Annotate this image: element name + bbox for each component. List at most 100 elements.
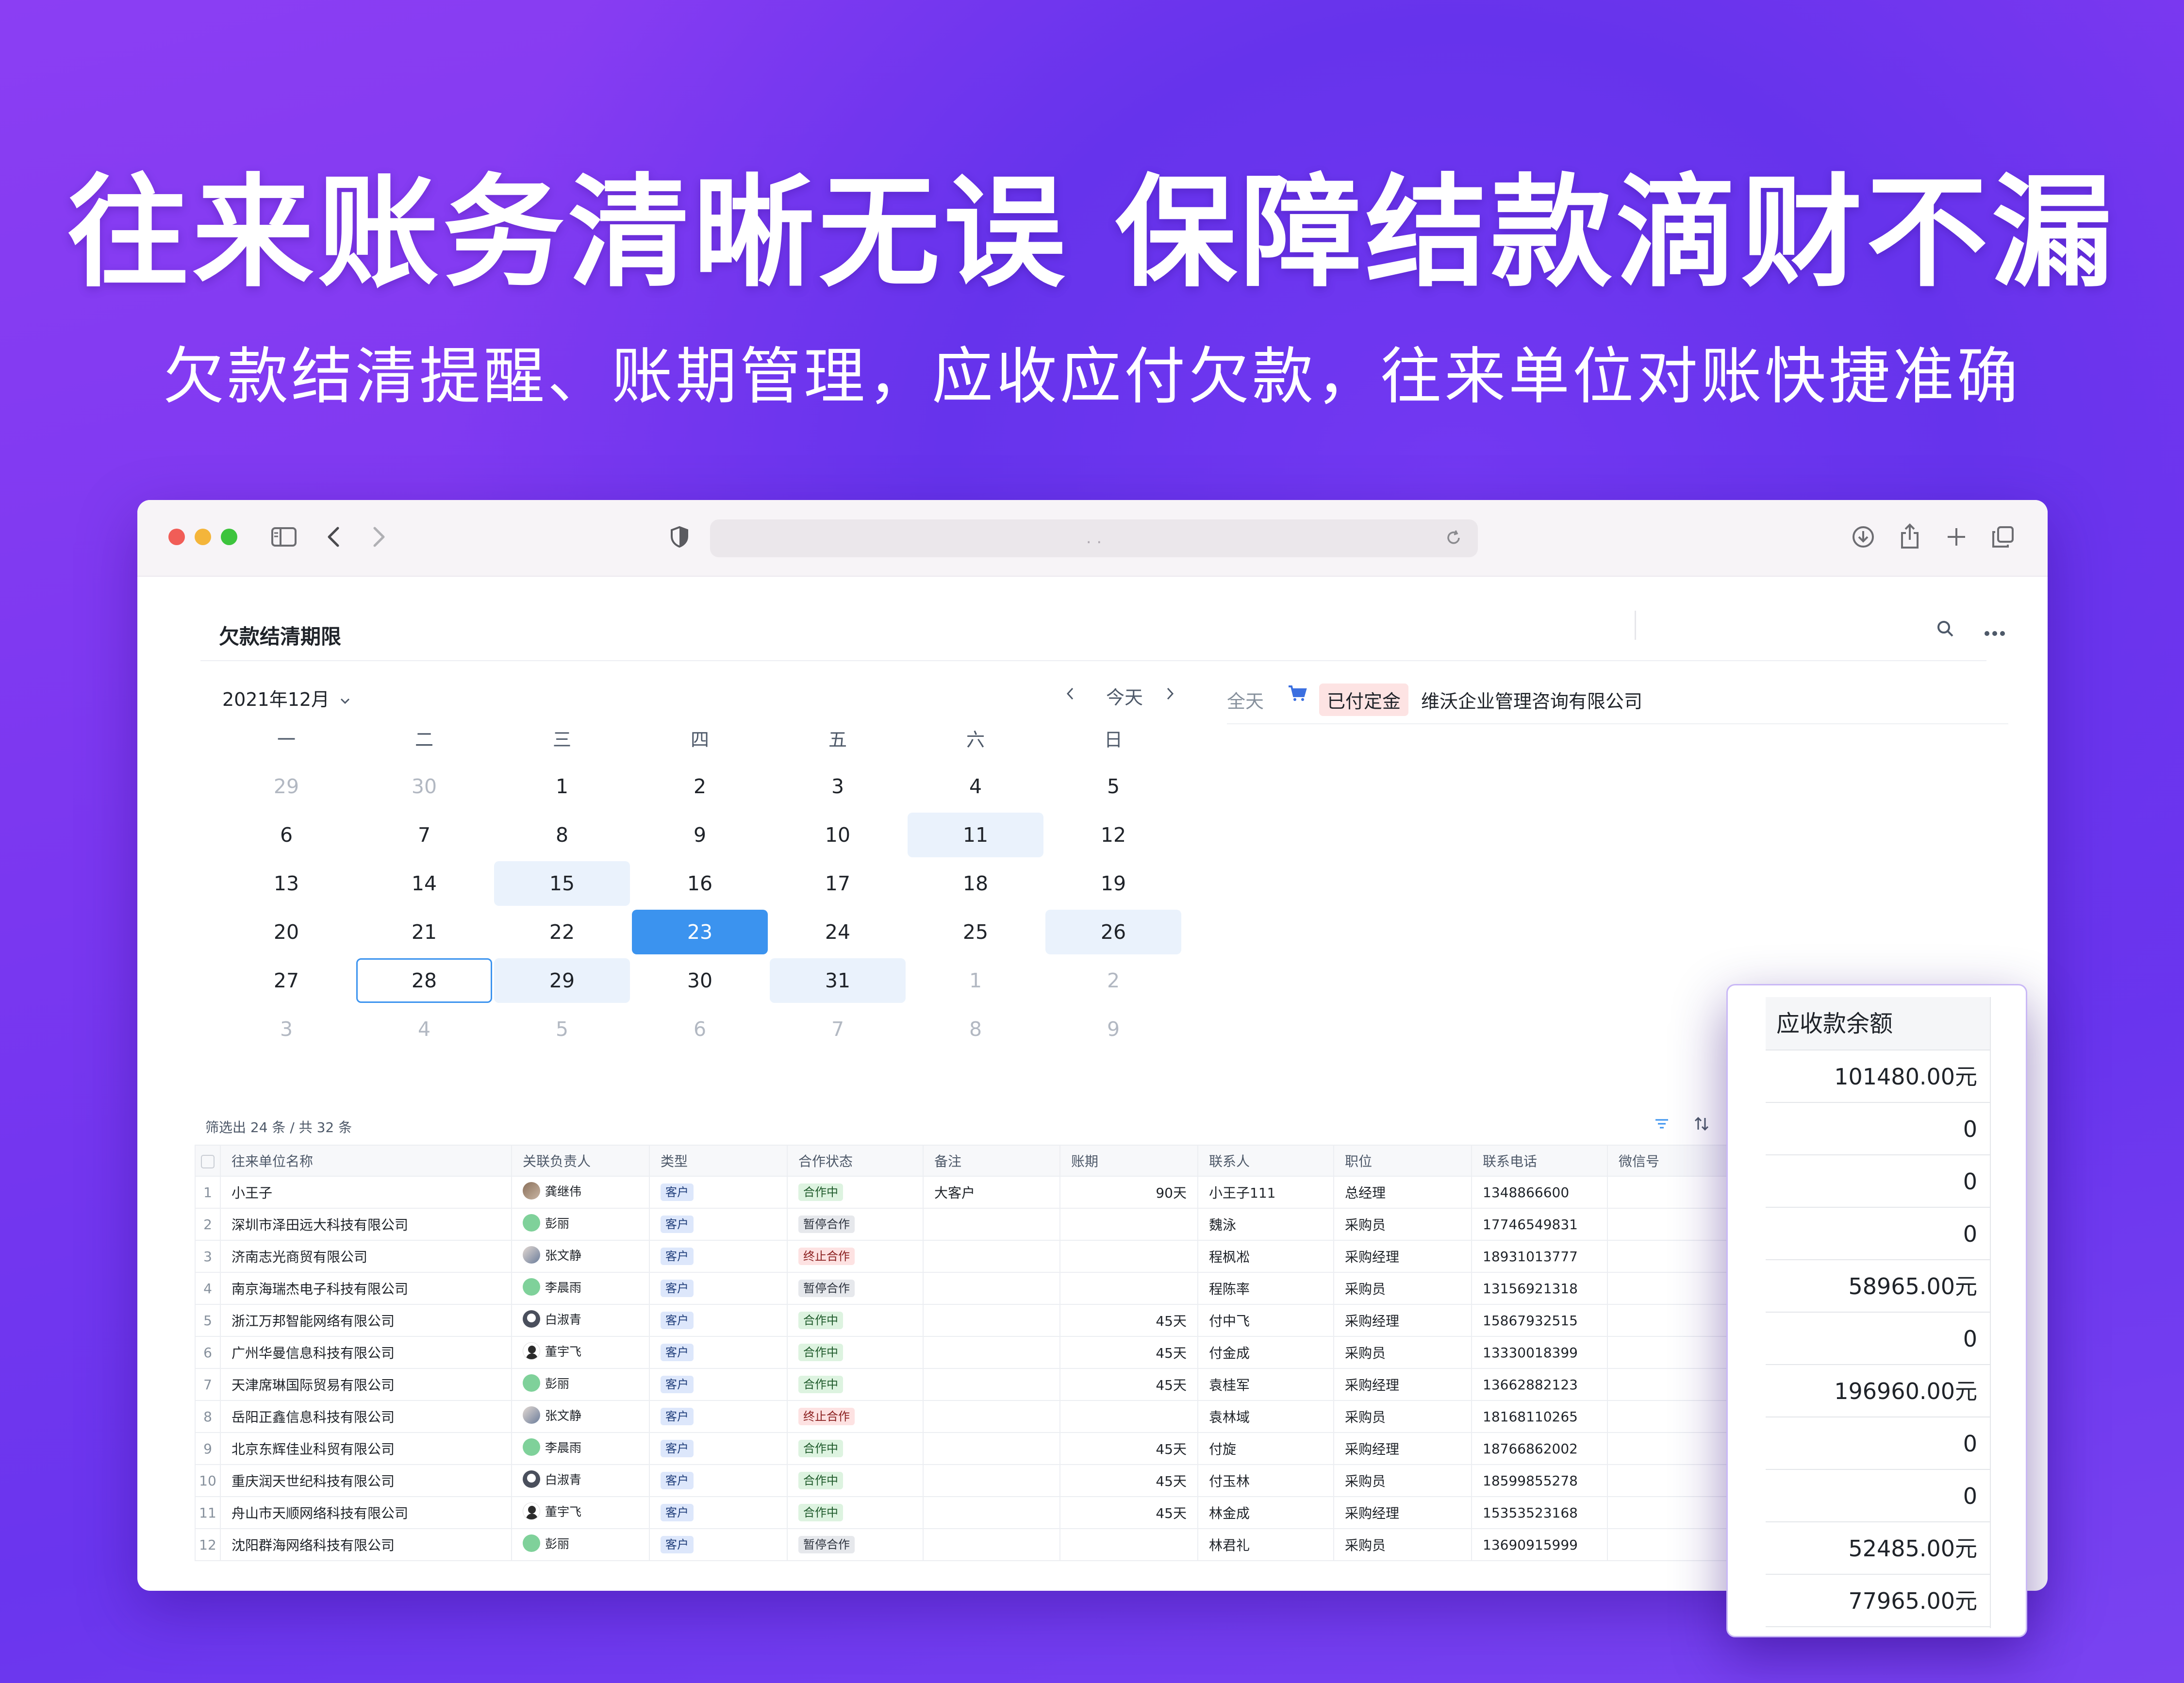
- calendar-day[interactable]: 10: [769, 811, 907, 859]
- calendar-day[interactable]: 4: [355, 1005, 493, 1053]
- back-icon[interactable]: [318, 521, 349, 552]
- calendar-day[interactable]: 6: [631, 1005, 769, 1053]
- calendar-day-has-event[interactable]: 15: [493, 859, 631, 908]
- calendar-day[interactable]: 1: [907, 956, 1044, 1005]
- table-row[interactable]: 3 济南志光商贸有限公司 张文静 客户 终止合作 程枫凇 采购经理 18931013777: [195, 1240, 1821, 1273]
- calendar-day[interactable]: 27: [217, 956, 355, 1005]
- column-header[interactable]: 账期: [1059, 1145, 1198, 1177]
- calendar-day-today[interactable]: 28: [355, 956, 493, 1005]
- calendar-day[interactable]: 2: [1044, 956, 1182, 1005]
- maximize-window-button[interactable]: [221, 529, 237, 545]
- shield-icon[interactable]: [664, 521, 695, 552]
- type-cell: 客户: [649, 1528, 788, 1561]
- download-icon[interactable]: [1848, 521, 1879, 552]
- reload-icon[interactable]: [1439, 523, 1468, 552]
- calendar-day[interactable]: 8: [493, 811, 631, 859]
- calendar-day[interactable]: 22: [493, 908, 631, 956]
- calendar-day[interactable]: 21: [355, 908, 493, 956]
- sort-icon[interactable]: [1688, 1111, 1715, 1137]
- filter-icon[interactable]: [1649, 1111, 1675, 1137]
- sidebar-icon[interactable]: [268, 521, 299, 552]
- calendar-day[interactable]: 6: [217, 811, 355, 859]
- select-all-checkbox[interactable]: [195, 1145, 221, 1177]
- column-header[interactable]: 关联负责人: [511, 1145, 650, 1177]
- calendar-day[interactable]: 7: [355, 811, 493, 859]
- table-row[interactable]: 4 南京海瑞杰电子科技有限公司 李晨雨 客户 暂停合作 程陈率 采购员 13156921318: [195, 1272, 1821, 1305]
- today-button[interactable]: 今天: [1106, 683, 1143, 709]
- calendar-day[interactable]: 14: [355, 859, 493, 908]
- close-window-button[interactable]: [168, 529, 185, 545]
- column-header[interactable]: 职位: [1333, 1145, 1472, 1177]
- address-bar[interactable]: . .: [710, 519, 1478, 557]
- event-allday-label: 全天: [1227, 691, 1264, 712]
- forward-icon[interactable]: [364, 521, 395, 552]
- calendar-day[interactable]: 20: [217, 908, 355, 956]
- column-header[interactable]: 类型: [649, 1145, 788, 1177]
- calendar-day[interactable]: 4: [907, 762, 1044, 811]
- owner-name: 彭丽: [545, 1216, 570, 1231]
- calendar-day[interactable]: 3: [769, 762, 907, 811]
- note-cell: [923, 1528, 1060, 1561]
- table-row[interactable]: 6 广州华曼信息科技有限公司 董宇飞 客户 合作中 45天 付金成 采购员 1333001839…: [195, 1336, 1821, 1369]
- calendar-day[interactable]: 5: [493, 1005, 631, 1053]
- calendar-day[interactable]: 30: [355, 762, 493, 811]
- table-row[interactable]: 7 天津席琳国际贸易有限公司 彭丽 客户 合作中 45天 袁桂军 采购经理 1366288212…: [195, 1368, 1821, 1401]
- calendar-day[interactable]: 12: [1044, 811, 1182, 859]
- event-item[interactable]: 全天 已付定金 维沃企业管理咨询有限公司: [1227, 683, 1994, 716]
- calendar-day[interactable]: 16: [631, 859, 769, 908]
- column-header[interactable]: 往来单位名称: [220, 1145, 512, 1177]
- search-icon[interactable]: [1928, 612, 1962, 646]
- share-icon[interactable]: [1894, 521, 1925, 552]
- term-cell: 45天: [1059, 1304, 1198, 1337]
- calendar-day-has-event[interactable]: 11: [907, 811, 1044, 859]
- note-cell: [923, 1304, 1060, 1337]
- calendar-day[interactable]: 17: [769, 859, 907, 908]
- calendar-day-has-event[interactable]: 26: [1044, 908, 1182, 956]
- calendar-day[interactable]: 7: [769, 1005, 907, 1053]
- table-row[interactable]: 8 岳阳正鑫信息科技有限公司 张文静 客户 终止合作 袁林域 采购员 18168110265: [195, 1400, 1821, 1433]
- calendar-day[interactable]: 13: [217, 859, 355, 908]
- column-header[interactable]: 联系人: [1197, 1145, 1334, 1177]
- table-row[interactable]: 12 沈阳群海网络科技有限公司 彭丽 客户 暂停合作 林君礼 采购员 13690915999: [195, 1528, 1821, 1561]
- type-badge: 客户: [661, 1344, 694, 1361]
- more-icon[interactable]: [1978, 612, 2012, 646]
- calendar-day-has-event[interactable]: 31: [769, 956, 907, 1005]
- table-row[interactable]: 2 深圳市泽田远大科技有限公司 彭丽 客户 暂停合作 魏泳 采购员 17746549831: [195, 1208, 1821, 1241]
- table-row[interactable]: 10 重庆润天世纪科技有限公司 白淑青 客户 合作中 45天 付玉林 采购员 185998552…: [195, 1464, 1821, 1497]
- calendar-day[interactable]: 30: [631, 956, 769, 1005]
- table-row[interactable]: 9 北京东辉佳业科贸有限公司 李晨雨 客户 合作中 45天 付旋 采购经理 1876686200…: [195, 1432, 1821, 1465]
- calendar-day[interactable]: 1: [493, 762, 631, 811]
- minimize-window-button[interactable]: [195, 529, 211, 545]
- weekday-label: 日: [1104, 729, 1123, 750]
- chevron-down-icon: [335, 689, 351, 710]
- column-header[interactable]: 备注: [923, 1145, 1060, 1177]
- calendar-day-selected[interactable]: 23: [631, 908, 769, 956]
- table-row[interactable]: 5 浙江万邦智能网络有限公司 白淑青 客户 合作中 45天 付中飞 采购经理 158679325…: [195, 1304, 1821, 1337]
- calendar-day[interactable]: 19: [1044, 859, 1182, 908]
- column-header[interactable]: 微信号: [1607, 1145, 1744, 1177]
- table-row[interactable]: 1 小王子 龚继伟 客户 合作中 大客户 90天 小王子111 总经理 1348866600: [195, 1176, 1821, 1209]
- calendar-day[interactable]: 3: [217, 1005, 355, 1053]
- table-row[interactable]: 11 舟山市天顺网络科技有限公司 董宇飞 客户 合作中 45天 林金成 采购经理 1535352…: [195, 1496, 1821, 1529]
- next-month-button[interactable]: [1165, 683, 1175, 705]
- column-header[interactable]: 合作状态: [787, 1145, 924, 1177]
- calendar-day[interactable]: 9: [1044, 1005, 1182, 1053]
- calendar-day[interactable]: 8: [907, 1005, 1044, 1053]
- calendar-day[interactable]: 5: [1044, 762, 1182, 811]
- phone-cell: 13156921318: [1471, 1272, 1608, 1305]
- calendar-day-has-event[interactable]: 29: [493, 956, 631, 1005]
- calendar-day[interactable]: 25: [907, 908, 1044, 956]
- calendar-day[interactable]: 29: [217, 762, 355, 811]
- calendar-day[interactable]: 18: [907, 859, 1044, 908]
- calendar-day[interactable]: 2: [631, 762, 769, 811]
- company-name: 岳阳正鑫信息科技有限公司: [220, 1400, 512, 1433]
- prev-month-button[interactable]: [1065, 683, 1075, 705]
- calendar-day[interactable]: 9: [631, 811, 769, 859]
- column-header[interactable]: 联系电话: [1471, 1145, 1608, 1177]
- avatar: [523, 1502, 540, 1520]
- month-selector[interactable]: 2021年12月: [222, 684, 351, 711]
- new-tab-icon[interactable]: [1941, 521, 1972, 552]
- tabs-icon[interactable]: [1987, 521, 2019, 552]
- weekday-label: 四: [690, 729, 709, 750]
- calendar-day[interactable]: 24: [769, 908, 907, 956]
